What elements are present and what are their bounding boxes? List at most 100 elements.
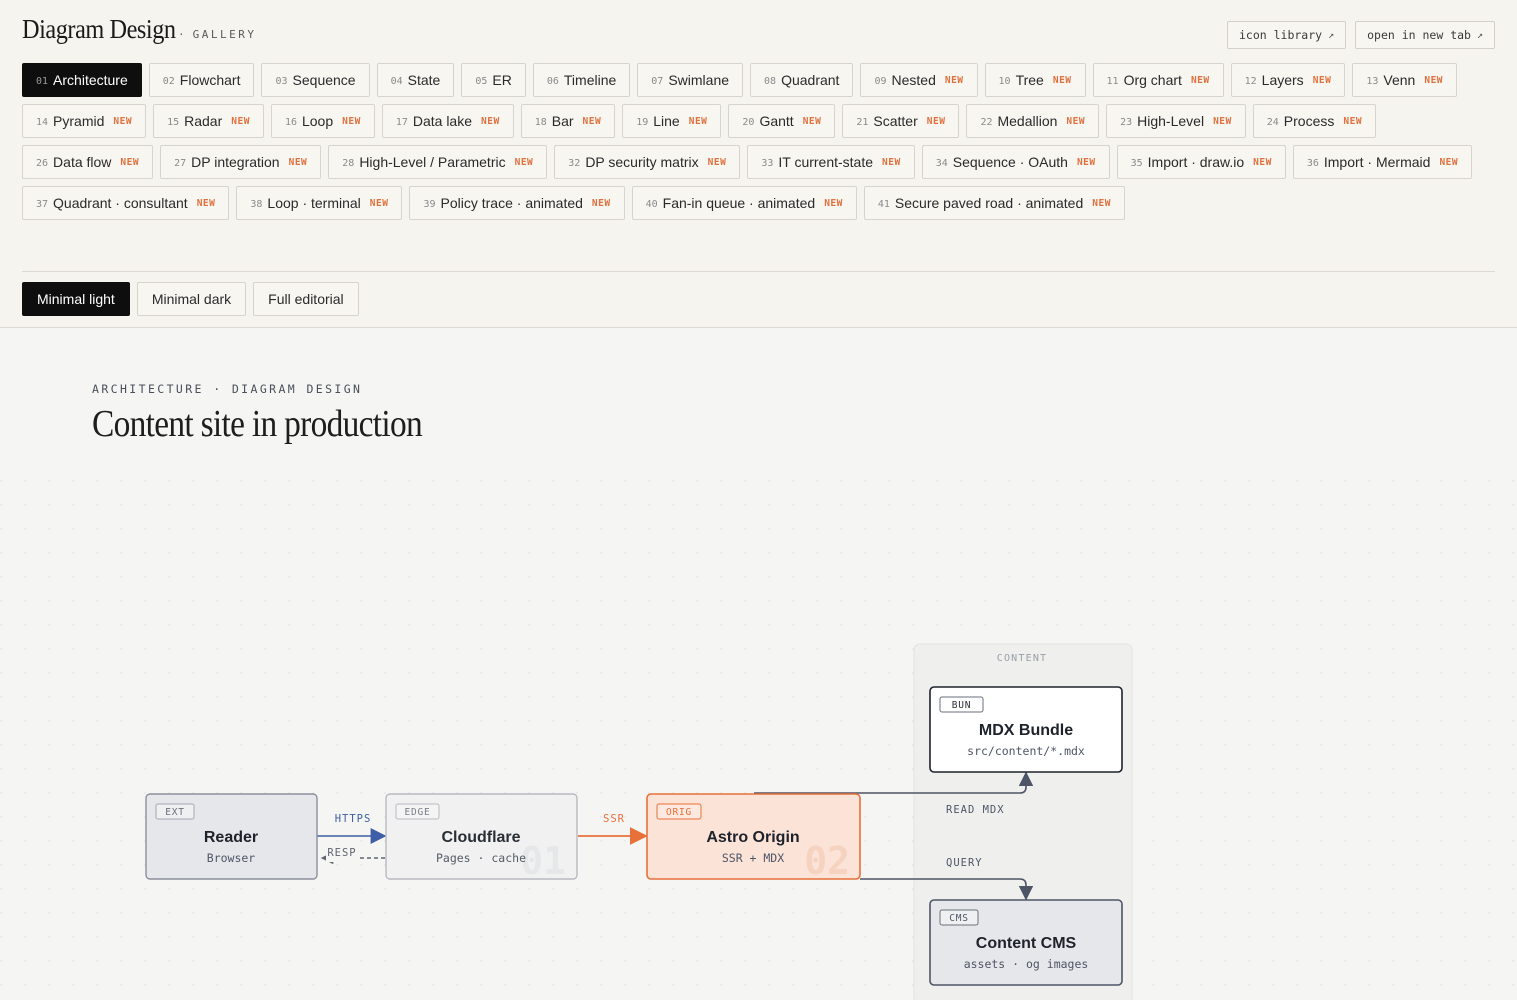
tab-er[interactable]: 05 ER <box>461 63 526 97</box>
tab-high-level[interactable]: 23 High-Level NEW <box>1106 104 1246 138</box>
tab-label: Medallion <box>997 113 1058 129</box>
tab-number: 35 <box>1130 157 1143 169</box>
tab-import-draw-io[interactable]: 35 Import · draw.io NEW <box>1116 145 1286 179</box>
new-badge: NEW <box>514 156 534 168</box>
tab-number: 13 <box>1366 75 1379 87</box>
tab-label: Data flow <box>53 154 112 170</box>
theme-minimal-dark-button[interactable]: Minimal dark <box>136 282 247 316</box>
tab-label: Policy trace · animated <box>440 195 583 211</box>
tab-label: Fan-in queue · animated <box>662 195 816 211</box>
tab-label: DP integration <box>191 154 280 170</box>
new-badge: NEW <box>481 115 500 127</box>
tab-label: ER <box>492 72 512 88</box>
theme-minimal-light-button[interactable]: Minimal light <box>22 282 130 316</box>
tab-layers[interactable]: 12 Layers NEW <box>1230 63 1346 97</box>
brand-title: Diagram Design <box>22 14 176 44</box>
tab-label: IT current-state <box>778 154 874 170</box>
tab-architecture[interactable]: 01 Architecture <box>22 63 142 97</box>
open-in-new-tab-button[interactable]: open in new tab ↗ <box>1355 21 1495 49</box>
tab-label: Pyramid <box>53 113 105 129</box>
tab-number: 28 <box>342 157 355 169</box>
new-badge: NEW <box>1052 74 1072 86</box>
tab-number: 17 <box>395 116 408 128</box>
tab-dp-security-matrix[interactable]: 32 DP security matrix NEW <box>554 145 741 179</box>
tab-number: 11 <box>1106 75 1119 87</box>
new-badge: NEW <box>113 115 133 127</box>
tab-number: 10 <box>998 75 1011 87</box>
tab-number: 02 <box>162 75 175 87</box>
tab-pyramid[interactable]: 14 Pyramid NEW <box>22 104 147 138</box>
tab-dp-integration[interactable]: 27 DP integration NEW <box>160 145 322 179</box>
tab-label: Quadrant · consultant <box>53 195 188 211</box>
tab-label: Radar <box>184 113 223 129</box>
tab-timeline[interactable]: 06 Timeline <box>532 63 631 97</box>
brand-section: GALLERY <box>192 28 257 41</box>
tab-label: Architecture <box>53 72 128 88</box>
tab-swimlane[interactable]: 07 Swimlane <box>637 63 744 97</box>
tab-loop[interactable]: 16 Loop NEW <box>270 104 375 138</box>
new-badge: NEW <box>369 197 389 209</box>
tab-data-flow[interactable]: 26 Data flow NEW <box>22 145 154 179</box>
tab-line[interactable]: 19 Line NEW <box>622 104 722 138</box>
tab-label: Gantt <box>759 113 794 129</box>
tab-data-lake[interactable]: 17 Data lake NEW <box>381 104 514 138</box>
tab-sequence[interactable]: 03 Sequence <box>261 63 370 97</box>
icon-library-label: icon library <box>1238 28 1323 42</box>
tab-label: Data lake <box>412 113 473 129</box>
tab-number: 01 <box>36 75 49 87</box>
tab-label: High-Level <box>1137 113 1205 129</box>
tab-number: 06 <box>546 75 559 87</box>
tab-number: 20 <box>742 116 755 128</box>
tab-policy-trace-animated[interactable]: 39 Policy trace · animated NEW <box>409 186 625 220</box>
tab-tree[interactable]: 10 Tree NEW <box>984 63 1086 97</box>
new-badge: NEW <box>591 197 611 209</box>
tab-radar[interactable]: 15 Radar NEW <box>153 104 264 138</box>
new-badge: NEW <box>824 197 843 209</box>
new-badge: NEW <box>882 156 901 168</box>
tab-medallion[interactable]: 22 Medallion NEW <box>966 104 1100 138</box>
icon-library-button[interactable]: icon library ↗ <box>1226 21 1347 49</box>
tab-number: 26 <box>36 157 49 169</box>
theme-switcher: Minimal light Minimal dark Full editorial <box>22 282 359 316</box>
brand: Diagram Design · GALLERY <box>22 14 256 45</box>
tab-label: Scatter <box>873 113 918 129</box>
tab-quadrant-consultant[interactable]: 37 Quadrant · consultant NEW <box>22 186 230 220</box>
tab-state[interactable]: 04 State <box>376 63 455 97</box>
tab-loop-terminal[interactable]: 38 Loop · terminal NEW <box>236 186 403 220</box>
tab-label: Sequence · OAuth <box>952 154 1068 170</box>
tab-high-level-parametric[interactable]: 28 High-Level / Parametric NEW <box>328 145 548 179</box>
tab-label: Loop <box>301 113 334 129</box>
tab-label: Secure paved road · animated <box>894 195 1084 211</box>
tab-org-chart[interactable]: 11 Org chart NEW <box>1092 63 1224 97</box>
tab-number: 21 <box>856 116 869 128</box>
tab-bar[interactable]: 18 Bar NEW <box>520 104 616 138</box>
tab-label: Venn <box>1383 72 1416 88</box>
diagram-type-tabs: 01 Architecture 02 Flowchart 03 Sequence 04 Sta… <box>22 63 1502 220</box>
tab-scatter[interactable]: 21 Scatter NEW <box>842 104 960 138</box>
arrow-up-right-icon: ↗ <box>1476 29 1483 41</box>
tab-label: Layers <box>1261 72 1304 88</box>
tab-label: Timeline <box>563 72 617 88</box>
tab-number: 34 <box>935 157 948 169</box>
tab-flowchart[interactable]: 02 Flowchart <box>148 63 255 97</box>
new-badge: NEW <box>231 115 250 127</box>
tab-import-mermaid[interactable]: 36 Import · Mermaid NEW <box>1292 145 1473 179</box>
tab-fan-in-queue-animated[interactable]: 40 Fan-in queue · animated NEW <box>631 186 857 220</box>
tab-sequence-oauth[interactable]: 34 Sequence · OAuth NEW <box>921 145 1110 179</box>
tab-it-current-state[interactable]: 33 IT current-state NEW <box>747 145 915 179</box>
tab-quadrant[interactable]: 08 Quadrant <box>750 63 854 97</box>
tab-nested[interactable]: 09 Nested NEW <box>860 63 978 97</box>
tab-venn[interactable]: 13 Venn NEW <box>1352 63 1458 97</box>
arrow-up-right-icon: ↗ <box>1328 29 1335 41</box>
theme-full-editorial-button[interactable]: Full editorial <box>253 282 359 316</box>
tab-label: Loop · terminal <box>267 195 361 211</box>
new-badge: NEW <box>688 115 708 127</box>
new-badge: NEW <box>1424 74 1444 86</box>
tab-number: 19 <box>636 116 649 128</box>
canvas-eyebrow: ARCHITECTURE · DIAGRAM DESIGN <box>92 382 363 396</box>
tab-process[interactable]: 24 Process NEW <box>1252 104 1377 138</box>
tab-secure-paved-road-animated[interactable]: 41 Secure paved road · animated NEW <box>863 186 1125 220</box>
new-badge: NEW <box>1190 74 1210 86</box>
tab-gantt[interactable]: 20 Gantt NEW <box>728 104 836 138</box>
tab-label: Bar <box>551 113 574 129</box>
